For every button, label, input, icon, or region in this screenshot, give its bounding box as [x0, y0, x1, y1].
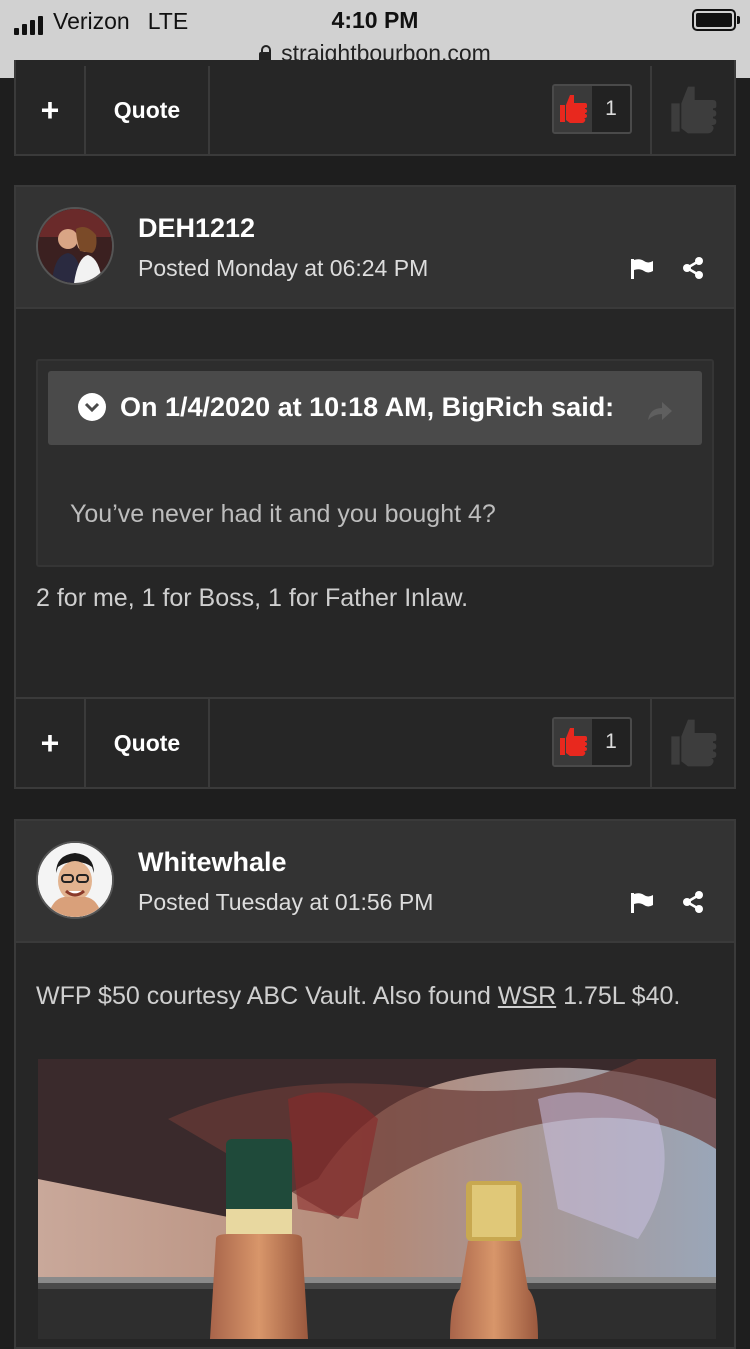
reputation-badge[interactable]: 1: [552, 717, 632, 767]
battery-icon: [692, 9, 740, 31]
wsr-link[interactable]: WSR: [498, 982, 556, 1010]
author-name[interactable]: Whitewhale: [138, 847, 287, 878]
quote-citation: On 1/4/2020 at 10:18 AM, BigRich said:: [120, 392, 615, 422]
clock: 4:10 PM: [331, 7, 419, 33]
chevron-down-icon[interactable]: [78, 392, 106, 421]
post-card: Whitewhale Posted Tuesday at 01:56 PM WF…: [14, 819, 736, 1349]
like-thumb-icon[interactable]: [650, 66, 734, 154]
post-tools: [630, 257, 704, 279]
reputation-count: 1: [605, 97, 617, 120]
like-thumb-icon[interactable]: [650, 699, 734, 787]
thumbs-up-red-icon: [554, 719, 592, 765]
action-bar: + Quote 1: [16, 697, 734, 787]
flag-icon[interactable]: [630, 892, 654, 913]
reputation-count: 1: [605, 730, 617, 753]
post-header: Whitewhale Posted Tuesday at 01:56 PM: [16, 821, 734, 943]
quote-header[interactable]: On 1/4/2020 at 10:18 AM, BigRich said:: [48, 371, 702, 445]
quote-button[interactable]: Quote: [86, 699, 210, 787]
post-tools: [630, 891, 704, 913]
post-date[interactable]: Posted Tuesday at 01:56 PM: [138, 889, 433, 916]
author-name[interactable]: DEH1212: [138, 213, 255, 244]
post-content: On 1/4/2020 at 10:18 AM, BigRich said: Y…: [16, 309, 734, 642]
avatar[interactable]: [36, 207, 114, 285]
post-photo[interactable]: [38, 1059, 716, 1339]
post-content: WFP $50 courtesy ABC Vault. Also found W…: [16, 943, 734, 1040]
post-card: DEH1212 Posted Monday at 06:24 PM On 1/4…: [14, 185, 736, 789]
share-icon[interactable]: [682, 891, 704, 913]
flag-icon[interactable]: [630, 258, 654, 279]
action-bar: + Quote 1: [16, 66, 734, 154]
share-icon[interactable]: [682, 257, 704, 279]
quote-text: You’ve never had it and you bought 4?: [70, 499, 496, 528]
avatar[interactable]: [36, 841, 114, 919]
previous-post-actions: + Quote 1: [14, 60, 736, 156]
thumbs-up-red-icon: [554, 86, 592, 132]
post-header: DEH1212 Posted Monday at 06:24 PM: [16, 187, 734, 309]
quote-button[interactable]: Quote: [86, 66, 210, 154]
reputation-badge[interactable]: 1: [552, 84, 632, 134]
quote-block: On 1/4/2020 at 10:18 AM, BigRich said: Y…: [36, 359, 714, 568]
post-text-end: 1.75L $40.: [556, 982, 681, 1010]
post-text: 2 for me, 1 for Boss, 1 for Father Inlaw…: [36, 584, 469, 613]
multiquote-button[interactable]: +: [16, 699, 86, 787]
multiquote-button[interactable]: +: [16, 66, 86, 154]
quote-link-icon[interactable]: [646, 389, 674, 439]
post-date[interactable]: Posted Monday at 06:24 PM: [138, 255, 428, 282]
post-text: WFP $50 courtesy ABC Vault. Also found: [36, 982, 498, 1010]
